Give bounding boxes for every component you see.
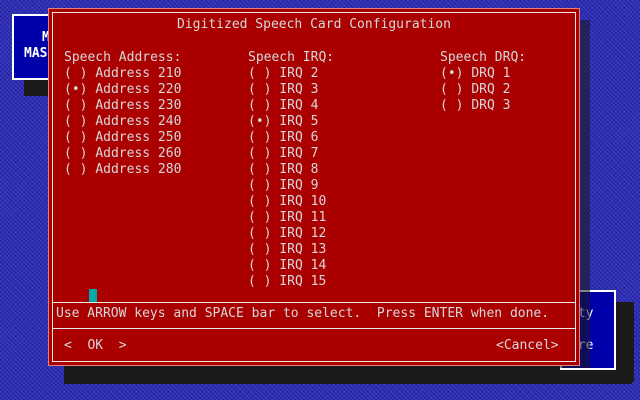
address-radio[interactable]: ( ): [64, 98, 87, 113]
irq-option[interactable]: ( ) IRQ 10: [248, 194, 326, 210]
irq-label: IRQ 14: [279, 258, 327, 273]
irq-option[interactable]: ( ) IRQ 4: [248, 98, 318, 114]
irq-label: IRQ 2: [279, 66, 319, 81]
irq-label: IRQ 9: [279, 178, 319, 193]
address-option[interactable]: ( ) Address 250: [64, 130, 181, 146]
address-option[interactable]: ( ) Address 210: [64, 66, 181, 82]
irq-label: IRQ 15: [279, 274, 327, 289]
address-label: Address 230: [95, 98, 182, 113]
cancel-button[interactable]: <Cancel>: [496, 338, 559, 354]
drq-option[interactable]: (•) DRQ 1: [440, 66, 510, 82]
irq-option[interactable]: (•) IRQ 5: [248, 114, 318, 130]
drq-label: DRQ 1: [471, 66, 511, 81]
irq-radio[interactable]: ( ): [248, 66, 271, 81]
address-radio[interactable]: ( ): [64, 162, 87, 177]
drq-radio[interactable]: (•): [440, 66, 463, 81]
irq-radio[interactable]: ( ): [248, 162, 271, 177]
address-option[interactable]: ( ) Address 230: [64, 98, 181, 114]
address-radio[interactable]: ( ): [64, 66, 87, 81]
address-label: Address 240: [95, 114, 182, 129]
irq-radio[interactable]: (•): [248, 114, 271, 129]
address-label: Address 210: [95, 66, 182, 81]
drq-radio[interactable]: ( ): [440, 82, 463, 97]
irq-option[interactable]: ( ) IRQ 3: [248, 82, 318, 98]
address-option[interactable]: ( ) Address 260: [64, 146, 181, 162]
irq-label: IRQ 7: [279, 146, 319, 161]
address-radio[interactable]: (•): [64, 82, 87, 97]
address-label: Address 280: [95, 162, 182, 177]
irq-label: IRQ 11: [279, 210, 327, 225]
irq-option[interactable]: ( ) IRQ 7: [248, 146, 318, 162]
divider-instructions: [52, 302, 576, 303]
address-option[interactable]: (•) Address 220: [64, 82, 181, 98]
irq-radio[interactable]: ( ): [248, 130, 271, 145]
dialog-title: Digitized Speech Card Configuration: [177, 17, 451, 32]
irq-label: IRQ 8: [279, 162, 319, 177]
speech-drq-header: Speech DRQ:: [440, 50, 527, 65]
irq-radio[interactable]: ( ): [248, 146, 271, 161]
irq-radio[interactable]: ( ): [248, 210, 271, 225]
drq-label: DRQ 2: [471, 82, 511, 97]
irq-option[interactable]: ( ) IRQ 11: [248, 210, 326, 226]
irq-option[interactable]: ( ) IRQ 12: [248, 226, 326, 242]
address-radio[interactable]: ( ): [64, 130, 87, 145]
irq-option[interactable]: ( ) IRQ 15: [248, 274, 326, 290]
irq-radio[interactable]: ( ): [248, 194, 271, 209]
address-radio[interactable]: ( ): [64, 146, 87, 161]
irq-option[interactable]: ( ) IRQ 8: [248, 162, 318, 178]
irq-option[interactable]: ( ) IRQ 6: [248, 130, 318, 146]
irq-option[interactable]: ( ) IRQ 2: [248, 66, 318, 82]
background-window-left-line2: MAS: [24, 46, 48, 61]
irq-label: IRQ 6: [279, 130, 319, 145]
drq-option[interactable]: ( ) DRQ 2: [440, 82, 510, 98]
irq-radio[interactable]: ( ): [248, 274, 271, 289]
drq-radio[interactable]: ( ): [440, 98, 463, 113]
irq-label: IRQ 13: [279, 242, 327, 257]
ok-button[interactable]: < OK >: [64, 338, 127, 354]
address-label: Address 250: [95, 130, 182, 145]
divider-buttons: [52, 328, 576, 329]
address-option[interactable]: ( ) Address 280: [64, 162, 181, 178]
address-label: Address 260: [95, 146, 182, 161]
irq-label: IRQ 12: [279, 226, 327, 241]
irq-radio[interactable]: ( ): [248, 226, 271, 241]
address-radio[interactable]: ( ): [64, 114, 87, 129]
right-window-shadow: [64, 366, 632, 384]
irq-option[interactable]: ( ) IRQ 13: [248, 242, 326, 258]
text-cursor: [89, 289, 97, 303]
drq-option[interactable]: ( ) DRQ 3: [440, 98, 510, 114]
irq-label: IRQ 3: [279, 82, 319, 97]
instructions-text: Use ARROW keys and SPACE bar to select. …: [56, 306, 550, 321]
address-option[interactable]: ( ) Address 240: [64, 114, 181, 130]
irq-radio[interactable]: ( ): [248, 178, 271, 193]
speech-card-config-dialog: Digitized Speech Card Configuration Spee…: [48, 8, 580, 366]
address-label: Address 220: [95, 82, 182, 97]
irq-label: IRQ 5: [279, 114, 319, 129]
speech-address-header: Speech Address:: [64, 50, 182, 65]
irq-label: IRQ 10: [279, 194, 327, 209]
drq-label: DRQ 3: [471, 98, 511, 113]
irq-radio[interactable]: ( ): [248, 82, 271, 97]
irq-radio[interactable]: ( ): [248, 98, 271, 113]
irq-option[interactable]: ( ) IRQ 9: [248, 178, 318, 194]
irq-option[interactable]: ( ) IRQ 14: [248, 258, 326, 274]
speech-irq-header: Speech IRQ:: [248, 50, 335, 65]
irq-radio[interactable]: ( ): [248, 258, 271, 273]
irq-radio[interactable]: ( ): [248, 242, 271, 257]
irq-label: IRQ 4: [279, 98, 319, 113]
